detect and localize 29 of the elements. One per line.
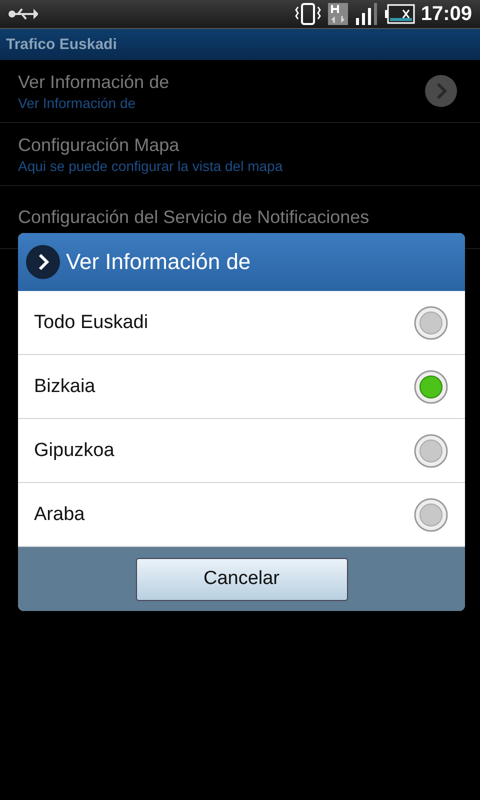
preference-item[interactable]: Configuración Mapa Aqui se puede configurar la vista del mapa <box>0 123 480 186</box>
data-transfer-icon <box>326 2 349 26</box>
option-row[interactable]: Gipuzkoa <box>18 419 465 483</box>
vibrate-icon <box>294 2 321 26</box>
radio-selected[interactable] <box>413 368 449 404</box>
radio-unselected[interactable] <box>413 496 449 532</box>
preference-item[interactable]: Ver Información de Ver Información de <box>0 60 480 123</box>
cancel-button[interactable]: Cancelar <box>136 558 348 600</box>
chevron-icon <box>26 245 60 279</box>
option-label: Gipuzkoa <box>34 440 116 462</box>
usb-icon <box>8 6 38 22</box>
preference-summary: Aqui se puede configurar la vista del mapa <box>18 158 284 174</box>
chevron-icon <box>424 74 458 108</box>
app-title: Trafico Euskadi <box>6 36 117 53</box>
radio-unselected[interactable] <box>413 304 449 340</box>
option-label: Bizkaia <box>34 376 96 398</box>
dialog-title: Ver Información de <box>66 249 251 275</box>
option-label: Araba <box>34 504 86 526</box>
preference-title: Configuración Mapa <box>18 134 180 156</box>
preference-title: Ver Información de <box>18 72 170 92</box>
preference-title: Configuración del Servicio de Notificaciones <box>18 206 370 228</box>
battery-icon <box>384 4 415 24</box>
signal-icon <box>354 3 379 25</box>
option-row[interactable]: Bizkaia <box>18 355 465 419</box>
radio-unselected[interactable] <box>413 432 449 468</box>
preference-summary: Ver Información de <box>18 94 137 110</box>
option-row[interactable]: Todo Euskadi <box>18 291 465 355</box>
option-label: Todo Euskadi <box>34 312 150 334</box>
clock-time: 17:09 <box>420 2 472 26</box>
